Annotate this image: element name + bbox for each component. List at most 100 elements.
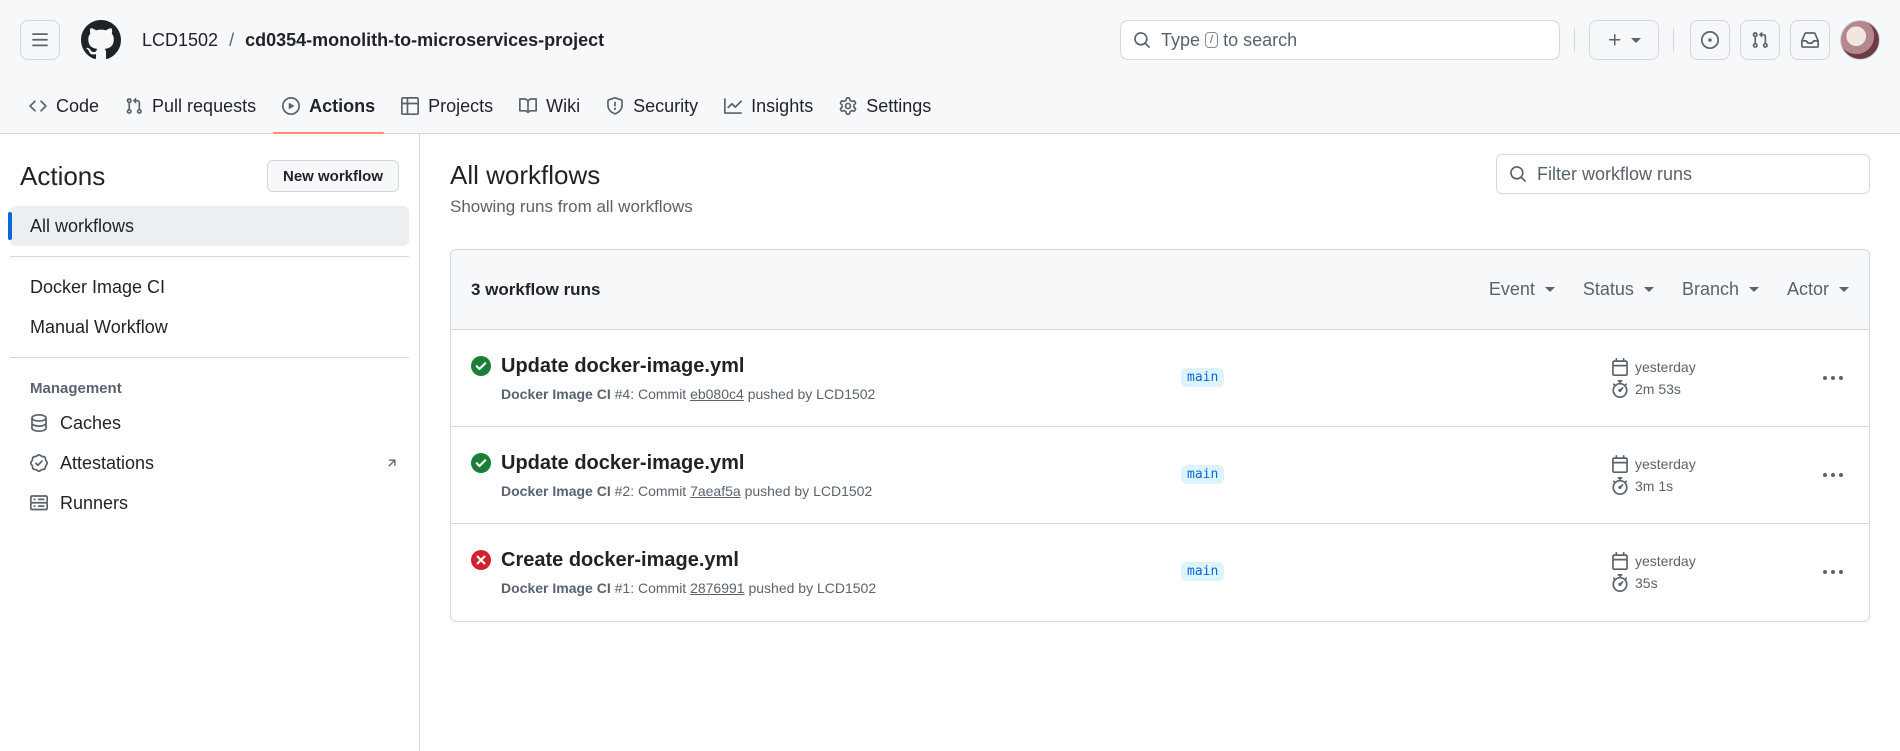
breadcrumb: LCD1502 / cd0354-monolith-to-microservic… (142, 30, 604, 51)
tab-label: Pull requests (152, 95, 257, 116)
tab-insights[interactable]: Insights (715, 79, 822, 133)
repo-header: LCD1502 / cd0354-monolith-to-microservic… (0, 0, 1900, 134)
sidebar-title: Actions (20, 160, 106, 191)
run-workflow-name: Docker Image CI (501, 385, 611, 402)
run-info: Update docker-image.yml Docker Image CI … (501, 355, 1181, 402)
dot (1823, 570, 1827, 574)
top-right-controls: Type / to search (1120, 20, 1880, 60)
issues-button[interactable] (1690, 20, 1730, 60)
run-timing: yesterday 3m 1s (1611, 453, 1696, 497)
sidebar-item-docker-image-ci[interactable]: Docker Image CI (10, 267, 409, 307)
kebab-menu-button[interactable] (1817, 463, 1849, 487)
menu-button[interactable] (20, 20, 60, 60)
run-duration: 2m 53s (1635, 381, 1681, 397)
run-duration: 35s (1635, 575, 1658, 591)
run-title-link[interactable]: Update docker-image.yml (501, 355, 1181, 378)
chevron-down-icon (1839, 287, 1849, 292)
search-icon (1134, 32, 1150, 48)
dot (1831, 570, 1835, 574)
x-circle-icon (471, 550, 491, 570)
branch-filter-dropdown[interactable]: Branch (1682, 279, 1759, 300)
sidebar-item-runners[interactable]: Runners (10, 483, 409, 523)
table-row[interactable]: Create docker-image.yml Docker Image CI … (451, 524, 1869, 621)
run-workflow-name: Docker Image CI (501, 580, 611, 596)
search-input[interactable]: Type / to search (1120, 20, 1560, 60)
sidebar-item-manual-workflow[interactable]: Manual Workflow (10, 307, 409, 347)
server-icon (30, 495, 48, 511)
run-meta: Docker Image CI #2: Commit 7aeaf5a pushe… (501, 483, 1181, 499)
run-commit-prefix: : Commit (630, 482, 687, 499)
sidebar-item-all-workflows[interactable]: All workflows (8, 206, 409, 246)
run-info: Create docker-image.yml Docker Image CI … (501, 549, 1181, 596)
commit-sha-link[interactable]: 2876991 (690, 580, 745, 596)
tab-pull-requests[interactable]: Pull requests (116, 79, 265, 133)
create-new-button[interactable] (1589, 20, 1659, 60)
stopwatch-icon (1612, 574, 1628, 592)
table-row[interactable]: Update docker-image.yml Docker Image CI … (451, 427, 1869, 524)
run-timing: yesterday 2m 53s (1611, 356, 1696, 400)
run-pushed-by: pushed by LCD1502 (744, 482, 873, 499)
tab-label: Settings (866, 95, 932, 116)
dropdown-label: Event (1488, 279, 1535, 299)
page-layout: Actions New workflow All workflows Docke… (0, 134, 1900, 751)
play-icon (282, 97, 301, 115)
kebab-menu-button[interactable] (1817, 560, 1849, 584)
branch-badge[interactable]: main (1181, 562, 1225, 581)
search-icon (1510, 166, 1526, 182)
arrow-up-right-icon (388, 459, 396, 467)
tab-projects[interactable]: Projects (392, 79, 502, 133)
new-workflow-button[interactable]: New workflow (266, 160, 399, 192)
commit-sha-link[interactable]: 7aeaf5a (690, 483, 741, 499)
dot (1823, 376, 1827, 380)
breadcrumb-repo[interactable]: cd0354-monolith-to-microservices-project (245, 30, 604, 51)
sidebar-item-caches[interactable]: Caches (10, 403, 409, 443)
sidebar-item-label: Caches (60, 412, 122, 433)
run-title-link[interactable]: Create docker-image.yml (501, 549, 1181, 572)
git-pull-request-icon (1752, 31, 1768, 48)
run-title-link[interactable]: Update docker-image.yml (501, 452, 1181, 475)
chevron-down-icon (1544, 287, 1555, 292)
sidebar-header: Actions New workflow (10, 160, 409, 192)
calendar-icon (1612, 455, 1628, 473)
event-filter-dropdown[interactable]: Event (1489, 279, 1555, 300)
book-icon (519, 98, 538, 114)
tab-label: Wiki (546, 95, 581, 116)
dot (1839, 376, 1843, 380)
tab-wiki[interactable]: Wiki (510, 79, 589, 133)
avatar[interactable] (1840, 20, 1880, 60)
breadcrumb-owner[interactable]: LCD1502 (142, 30, 218, 51)
sidebar-item-attestations[interactable]: Attestations (10, 443, 409, 483)
kebab-menu-button[interactable] (1817, 366, 1849, 390)
issue-opened-icon (1701, 31, 1719, 49)
run-number: #4 (614, 385, 631, 402)
github-logo-icon[interactable] (81, 20, 121, 60)
tab-settings[interactable]: Settings (830, 79, 940, 133)
run-workflow-name: Docker Image CI (501, 482, 611, 499)
dot (1831, 376, 1835, 380)
pull-requests-button[interactable] (1740, 20, 1780, 60)
header-divider (1574, 28, 1575, 52)
check-circle-icon (471, 453, 491, 473)
graph-icon (724, 98, 743, 114)
commit-sha-link[interactable]: eb080c4 (690, 386, 744, 402)
tab-security[interactable]: Security (597, 79, 707, 133)
dropdown-label: Status (1582, 279, 1634, 299)
tab-actions[interactable]: Actions (273, 79, 385, 134)
branch-badge[interactable]: main (1181, 465, 1225, 484)
table-row[interactable]: Update docker-image.yml Docker Image CI … (451, 330, 1869, 427)
filter-workflow-runs-input[interactable]: Filter workflow runs (1496, 154, 1870, 194)
run-meta: Docker Image CI #4: Commit eb080c4 pushe… (501, 386, 1181, 402)
status-filter-dropdown[interactable]: Status (1583, 279, 1654, 300)
actor-filter-dropdown[interactable]: Actor (1787, 279, 1849, 300)
chevron-down-icon (1631, 37, 1641, 43)
repo-tabs: Code Pull requests Actions Projects Wiki… (20, 79, 948, 134)
sidebar-item-label: Runners (60, 492, 129, 513)
page-subtitle: Showing runs from all workflows (450, 197, 693, 216)
dot (1839, 473, 1843, 477)
inbox-button[interactable] (1790, 20, 1830, 60)
run-commit-prefix: : Commit (630, 385, 687, 402)
tab-code[interactable]: Code (20, 79, 108, 133)
branch-badge[interactable]: main (1181, 368, 1225, 387)
run-pushed-by: pushed by LCD1502 (747, 385, 876, 402)
table-icon (401, 97, 420, 115)
